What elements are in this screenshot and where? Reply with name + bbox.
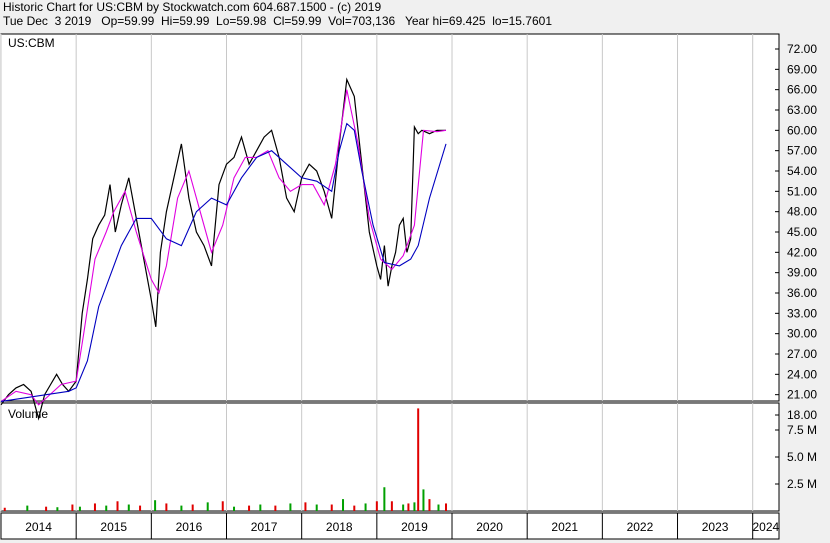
stock-chart: 72.00 69.00 66.00 63.00 60.00 57.00 54.00 51.00… [0, 33, 817, 540]
price-axis: 72.00 69.00 66.00 63.00 60.00 57.00 54.00 51.00… [775, 42, 817, 422]
price-tick-label-42.00: 42.00 [787, 245, 817, 259]
price-tick-label-57.00: 57.00 [787, 144, 817, 158]
volume-bar [383, 487, 386, 511]
volume-axis: 7.5 M 5.0 M 2.5 M [775, 423, 817, 491]
price-tick-label-54.00: 54.00 [787, 164, 817, 178]
volume-bar [206, 502, 209, 511]
year-label-2024: 2024 [752, 520, 779, 534]
price-tick-label-21.00: 21.00 [787, 388, 817, 402]
price-tick-label-48.00: 48.00 [787, 205, 817, 219]
volume-bar [248, 505, 251, 511]
price-tick-label-60.00: 60.00 [787, 123, 817, 137]
price-tick-label-51.00: 51.00 [787, 184, 817, 198]
volume-bar [330, 504, 333, 511]
volume-bar [105, 505, 108, 511]
volume-bar [93, 503, 96, 511]
volume-bar [127, 504, 130, 511]
volume-bar [26, 505, 29, 511]
price-tick-label-36.00: 36.00 [787, 286, 817, 300]
price-tick-label-30.00: 30.00 [787, 327, 817, 341]
year-label-2023: 2023 [702, 520, 729, 534]
year-label-2022: 2022 [627, 520, 654, 534]
volume-tick-label-2.5 M: 2.5 M [787, 477, 817, 491]
volume-bar [165, 503, 168, 511]
volume-bar [221, 501, 224, 511]
year-label-2019: 2019 [401, 520, 428, 534]
volume-bar [342, 499, 345, 511]
volume-bar [154, 500, 157, 511]
volume-bar [3, 507, 6, 511]
volume-bar [428, 499, 431, 511]
year-label-2014: 2014 [25, 520, 52, 534]
volume-bar [78, 506, 81, 511]
volume-bar [417, 408, 420, 511]
volume-bar [407, 503, 410, 511]
year-label-2016: 2016 [176, 520, 203, 534]
volume-label: Volume [8, 407, 48, 421]
volume-bar [364, 503, 367, 511]
price-tick-label-33.00: 33.00 [787, 306, 817, 320]
volume-bar [413, 502, 416, 511]
volume-bar [390, 501, 393, 511]
volume-bar [375, 501, 378, 511]
price-tick-label-69.00: 69.00 [787, 62, 817, 76]
price-tick-label-18.00: 18.00 [787, 408, 817, 422]
volume-bar [116, 501, 119, 511]
volume-bar [422, 489, 425, 511]
price-tick-label-39.00: 39.00 [787, 266, 817, 280]
volume-bar [71, 504, 74, 511]
symbol-label: US:CBM [8, 36, 55, 50]
year-label-2018: 2018 [326, 520, 353, 534]
volume-bar [191, 504, 194, 511]
volume-bar [315, 504, 318, 511]
volume-panel [0, 402, 780, 512]
year-label-2017: 2017 [251, 520, 278, 534]
volume-bar [259, 504, 262, 511]
price-tick-label-72.00: 72.00 [787, 42, 817, 56]
volume-bar [304, 502, 307, 511]
volume-tick-label-5.0 M: 5.0 M [787, 450, 817, 464]
volume-bar [437, 504, 440, 511]
volume-bar [139, 505, 142, 511]
volume-bar [402, 504, 405, 511]
year-label-2021: 2021 [551, 520, 578, 534]
price-tick-label-27.00: 27.00 [787, 347, 817, 361]
volume-bar [353, 505, 356, 511]
price-tick-label-66.00: 66.00 [787, 83, 817, 97]
price-panel [0, 33, 780, 402]
volume-bar [45, 506, 48, 511]
price-tick-label-24.00: 24.00 [787, 367, 817, 381]
year-label-2020: 2020 [476, 520, 503, 534]
volume-bar [445, 503, 448, 511]
year-label-2015: 2015 [100, 520, 127, 534]
volume-bar [180, 505, 183, 511]
volume-tick-label-7.5 M: 7.5 M [787, 423, 817, 437]
volume-bar [289, 503, 292, 511]
volume-bar [56, 507, 59, 511]
volume-bar [233, 506, 236, 511]
volume-bar [274, 505, 277, 511]
price-tick-label-45.00: 45.00 [787, 225, 817, 239]
price-tick-label-63.00: 63.00 [787, 103, 817, 117]
